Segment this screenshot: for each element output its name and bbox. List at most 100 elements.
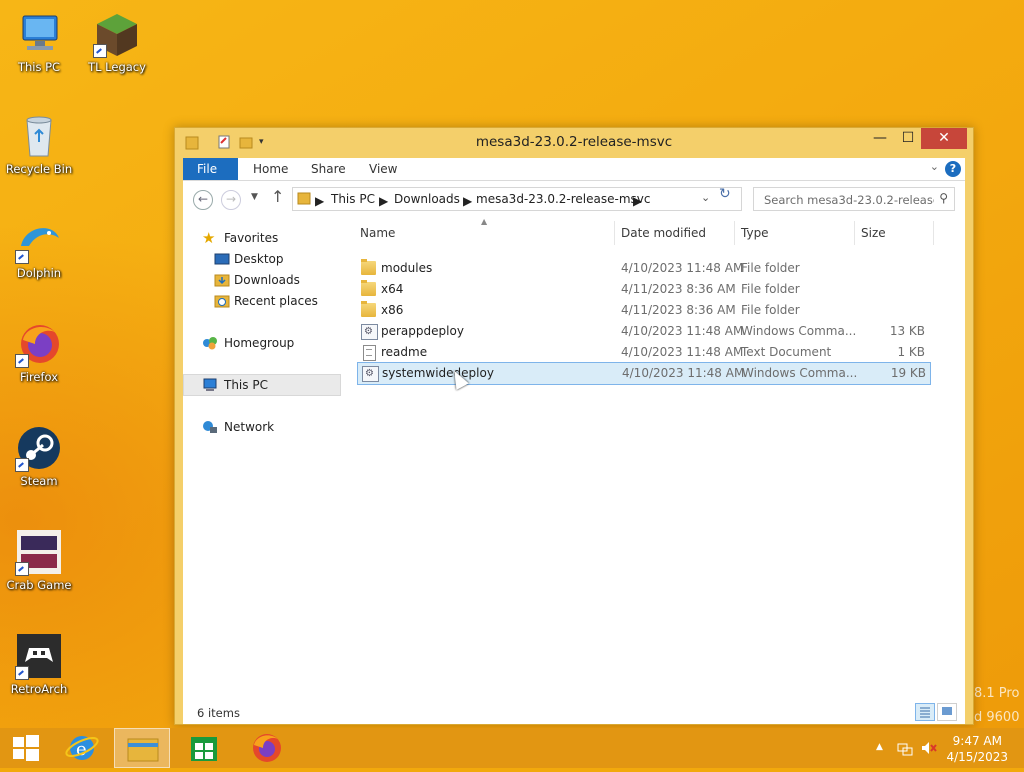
- window-title: mesa3d-23.0.2-release-msvc: [475, 134, 673, 150]
- chevron-right-icon[interactable]: ▶: [633, 194, 642, 208]
- computer-icon: [15, 10, 63, 58]
- nav-item-desktop[interactable]: Desktop: [183, 249, 339, 269]
- downloads-folder-icon: [214, 273, 230, 287]
- file-row-perappdeploy[interactable]: perappdeploy 4/10/2023 11:48 AM Windows …: [357, 321, 929, 342]
- column-header-type[interactable]: Type: [741, 226, 769, 240]
- nav-item-homegroup[interactable]: Homegroup: [183, 333, 339, 353]
- nav-item-downloads[interactable]: Downloads: [183, 270, 339, 290]
- firefox-icon: [253, 734, 281, 762]
- nav-item-favorites[interactable]: ★ Favorites: [183, 228, 339, 248]
- maximize-button[interactable]: ☐: [895, 128, 921, 149]
- batch-file-icon: [362, 363, 379, 384]
- search-icon[interactable]: ⚲: [939, 191, 948, 205]
- column-divider[interactable]: [614, 221, 615, 245]
- column-header-size[interactable]: Size: [861, 226, 886, 240]
- desktop-icon: [214, 252, 230, 266]
- item-count: 6 items: [197, 706, 240, 720]
- minecraft-block-icon: [93, 10, 141, 58]
- close-button[interactable]: ✕: [921, 128, 967, 149]
- desktop-icon-this-pc[interactable]: This PC: [0, 10, 78, 74]
- firefox-icon: [15, 320, 63, 368]
- ribbon-tabs: File Home Share View ⌄ ?: [183, 158, 965, 181]
- details-view-button[interactable]: [915, 703, 935, 721]
- text-file-icon: [363, 345, 376, 361]
- recent-places-icon: [214, 294, 230, 308]
- nav-item-this-pc[interactable]: This PC: [183, 374, 341, 396]
- search-input[interactable]: [762, 190, 936, 210]
- volume-muted-icon[interactable]: [920, 740, 938, 759]
- breadcrumb-downloads[interactable]: Downloads: [394, 192, 460, 206]
- up-arrow-icon[interactable]: ↑: [271, 187, 284, 206]
- file-row-systemwidedeploy[interactable]: systemwidedeploy 4/10/2023 11:48 AM Wind…: [357, 362, 931, 385]
- file-row-readme[interactable]: readme 4/10/2023 11:48 AM Text Document …: [357, 342, 929, 363]
- desktop-icon-crab-game[interactable]: Crab Game: [0, 528, 78, 592]
- column-divider[interactable]: [854, 221, 855, 245]
- star-icon: ★: [202, 229, 216, 247]
- title-bar[interactable]: ▾ mesa3d-23.0.2-release-msvc — ☐ ✕: [175, 128, 973, 158]
- file-row-modules[interactable]: modules 4/10/2023 11:48 AM File folder: [357, 258, 929, 279]
- crab-game-icon: [15, 528, 63, 576]
- taskbar-file-explorer[interactable]: [114, 728, 170, 768]
- start-button[interactable]: [0, 728, 56, 768]
- search-box[interactable]: ⚲: [753, 187, 955, 211]
- chevron-down-icon[interactable]: ⌄: [930, 160, 939, 173]
- network-status-icon[interactable]: [897, 740, 913, 759]
- tab-home[interactable]: Home: [239, 158, 302, 180]
- chevron-right-icon[interactable]: ▶: [463, 194, 472, 208]
- shortcut-arrow-icon: [15, 666, 29, 680]
- desktop-icon-dolphin[interactable]: Dolphin: [0, 216, 78, 280]
- homegroup-icon: [202, 336, 218, 350]
- column-divider[interactable]: [734, 221, 735, 245]
- nav-item-recent-places[interactable]: Recent places: [183, 291, 339, 311]
- recent-locations-dropdown-icon[interactable]: ▼: [251, 192, 258, 202]
- help-icon[interactable]: ?: [945, 161, 961, 177]
- minimize-button[interactable]: —: [867, 128, 893, 149]
- desktop-icon-steam[interactable]: Steam: [0, 424, 78, 488]
- shortcut-arrow-icon: [15, 562, 29, 576]
- breadcrumb-current-folder[interactable]: mesa3d-23.0.2-release-msvc: [476, 192, 651, 206]
- desktop-icon-retroarch[interactable]: RetroArch: [0, 632, 78, 696]
- taskbar-store[interactable]: [176, 728, 232, 768]
- tab-view[interactable]: View: [355, 158, 411, 180]
- chevron-right-icon[interactable]: ▶: [315, 194, 324, 208]
- address-row: ← → ▼ ↑ ▶ This PC ▶ Downloads ▶ mesa3d-2…: [183, 181, 965, 217]
- explorer-window: ▾ mesa3d-23.0.2-release-msvc — ☐ ✕ File …: [174, 127, 974, 725]
- recycle-bin-icon: [15, 112, 63, 160]
- folder-icon: [361, 301, 376, 317]
- taskbar-firefox[interactable]: [238, 728, 294, 768]
- desktop-icon-firefox[interactable]: Firefox: [0, 320, 78, 384]
- clock-time[interactable]: 9:47 AM: [953, 734, 1002, 748]
- breadcrumb-this-pc[interactable]: This PC: [331, 192, 375, 206]
- shortcut-arrow-icon: [15, 458, 29, 472]
- clock-date[interactable]: 4/15/2023: [946, 750, 1008, 764]
- folder-icon: [361, 280, 376, 296]
- os-build-watermark: d 9600: [974, 710, 1020, 725]
- address-dropdown-icon[interactable]: ⌄: [701, 191, 710, 204]
- chevron-right-icon[interactable]: ▶: [379, 194, 388, 208]
- folder-icon: [297, 190, 311, 209]
- back-button[interactable]: ←: [193, 190, 213, 210]
- column-divider[interactable]: [933, 221, 934, 245]
- desktop-icon-recycle-bin[interactable]: Recycle Bin: [0, 112, 78, 176]
- retroarch-icon: [15, 632, 63, 680]
- show-hidden-icons-icon[interactable]: ▲: [876, 742, 883, 752]
- forward-button[interactable]: →: [221, 190, 241, 210]
- file-row-x64[interactable]: x64 4/11/2023 8:36 AM File folder: [357, 279, 929, 300]
- dolphin-icon: [15, 216, 63, 264]
- column-header-date-modified[interactable]: Date modified: [621, 226, 706, 240]
- tab-file[interactable]: File: [183, 158, 238, 180]
- taskbar-internet-explorer[interactable]: e: [56, 728, 112, 768]
- desktop-icon-tl-legacy[interactable]: TL Legacy: [78, 10, 156, 74]
- file-list: ▲ Name Date modified Type Size modules 4…: [357, 217, 965, 700]
- nav-item-network[interactable]: Network: [183, 417, 339, 437]
- tab-share[interactable]: Share: [297, 158, 360, 180]
- file-row-x86[interactable]: x86 4/11/2023 8:36 AM File folder: [357, 300, 929, 321]
- shortcut-arrow-icon: [15, 354, 29, 368]
- address-bar[interactable]: ▶ This PC ▶ Downloads ▶ mesa3d-23.0.2-re…: [292, 187, 742, 211]
- large-icons-view-button[interactable]: [937, 703, 957, 721]
- refresh-icon[interactable]: ↻: [719, 186, 739, 202]
- column-header-name[interactable]: Name: [360, 226, 395, 240]
- folder-icon: [361, 259, 376, 275]
- desktop: 8.1 Pro d 9600 This PC TL Legacy Recycle…: [0, 0, 1024, 728]
- os-watermark: 8.1 Pro: [974, 686, 1020, 701]
